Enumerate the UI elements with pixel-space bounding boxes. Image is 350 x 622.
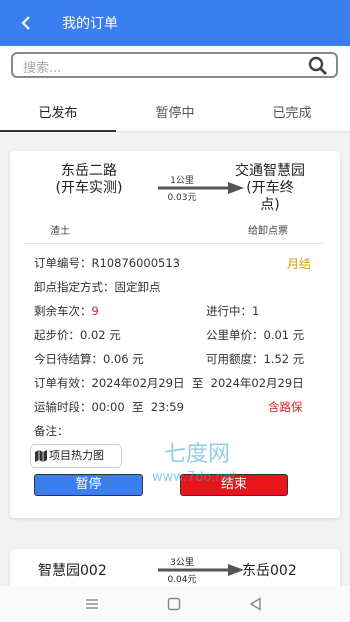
search-bar: 搜索... xyxy=(0,46,350,92)
pending-settlement-row: 今日待结算：0.06 元 xyxy=(34,351,144,367)
destination-location: 东岳002 xyxy=(242,563,297,579)
watermark-url: www.7do.net xyxy=(152,470,237,485)
unit-price-row: 公里单价：0.01 元 xyxy=(206,327,304,343)
status-tabs: 已发布 暂停中 已完成 xyxy=(0,92,350,132)
start-price-row: 起步价：0.02 元 xyxy=(34,327,121,343)
available-credit-label: 可用额度： xyxy=(206,352,264,366)
start-price-label: 起步价： xyxy=(34,328,80,342)
remaining-trips-label: 剩余车次： xyxy=(34,304,92,318)
unload-mode-row: 卸点指定方式：固定卸点 xyxy=(34,279,161,295)
note-label: 备注： xyxy=(34,424,69,438)
tab-published[interactable]: 已发布 xyxy=(0,102,116,121)
destination-location: 交通智慧园 (开车终 点) xyxy=(235,163,305,213)
validity-row: 订单有效：2024年02月29日 至 2024年02月29日 xyxy=(34,375,304,391)
in-progress-value: 1 xyxy=(252,304,260,318)
watermark: 七度网 www.7do.net xyxy=(110,436,260,494)
origin-location: 东岳二路 (开车实测) xyxy=(55,163,123,196)
route-price: 0.03元 xyxy=(167,193,197,203)
map-icon xyxy=(35,450,47,462)
remaining-trips-value: 9 xyxy=(91,304,99,318)
ticket-type: 给卸点票 xyxy=(248,226,288,237)
insurance-badge: 含路保 xyxy=(268,400,303,414)
app-header: 我的订单 xyxy=(0,0,350,46)
divider xyxy=(24,243,324,244)
unload-mode-value: 固定卸点 xyxy=(114,280,161,294)
start-price-value: 0.02 元 xyxy=(80,328,121,342)
settlement-status: 月结 xyxy=(287,257,312,271)
available-credit-value: 1.52 元 xyxy=(263,352,305,366)
search-input[interactable]: 搜索... xyxy=(11,52,338,78)
watermark-text: 七度网 xyxy=(164,442,231,467)
order-number-label: 订单编号： xyxy=(34,256,92,270)
origin-location: 智慧园002 xyxy=(38,563,107,579)
order-number: R10876000513 xyxy=(91,256,180,270)
transport-time-row: 运输时段：00:00 至 23:59 xyxy=(34,399,184,415)
validity-value: 2024年02月29日 至 2024年02月29日 xyxy=(91,376,304,390)
tab-paused[interactable]: 暂停中 xyxy=(117,102,233,121)
in-progress-row: 进行中：1 xyxy=(206,303,259,319)
pending-settlement-value: 0.06 元 xyxy=(103,352,144,366)
validity-label: 订单有效： xyxy=(34,376,92,390)
system-navigation-bar xyxy=(0,586,350,622)
order-number-row: 订单编号：R10876000513 xyxy=(34,255,180,271)
available-credit-row: 可用额度：1.52 元 xyxy=(206,351,304,367)
transport-time-label: 运输时段： xyxy=(34,400,92,414)
in-progress-label: 进行中： xyxy=(206,304,252,318)
back-triangle-icon[interactable] xyxy=(248,596,264,612)
tab-completed[interactable]: 已完成 xyxy=(234,102,350,121)
unit-price-label: 公里单价： xyxy=(206,328,264,342)
route-price: 0.04元 xyxy=(167,575,197,585)
home-icon[interactable] xyxy=(166,596,182,612)
unit-price-value: 0.01 元 xyxy=(263,328,305,342)
pending-settlement-label: 今日待结算： xyxy=(34,352,103,366)
order-card[interactable]: 东岳二路 (开车实测) 1公里 0.03元 交通智慧园 (开车终 点) 渣土 给… xyxy=(10,151,340,518)
active-tab-indicator xyxy=(0,130,116,132)
remaining-trips-row: 剩余车次：9 xyxy=(34,303,99,319)
back-arrow-icon[interactable] xyxy=(16,12,38,34)
search-placeholder: 搜索... xyxy=(23,61,62,76)
unload-mode-label: 卸点指定方式： xyxy=(34,280,115,294)
menu-icon[interactable] xyxy=(84,596,100,612)
heatmap-label: 项目热力图 xyxy=(49,449,104,462)
cargo-type: 渣土 xyxy=(50,226,70,237)
transport-time-value: 00:00 至 23:59 xyxy=(91,400,184,414)
page-title: 我的订单 xyxy=(62,16,118,32)
heatmap-button[interactable]: 项目热力图 xyxy=(30,444,122,468)
search-icon[interactable] xyxy=(308,56,328,76)
